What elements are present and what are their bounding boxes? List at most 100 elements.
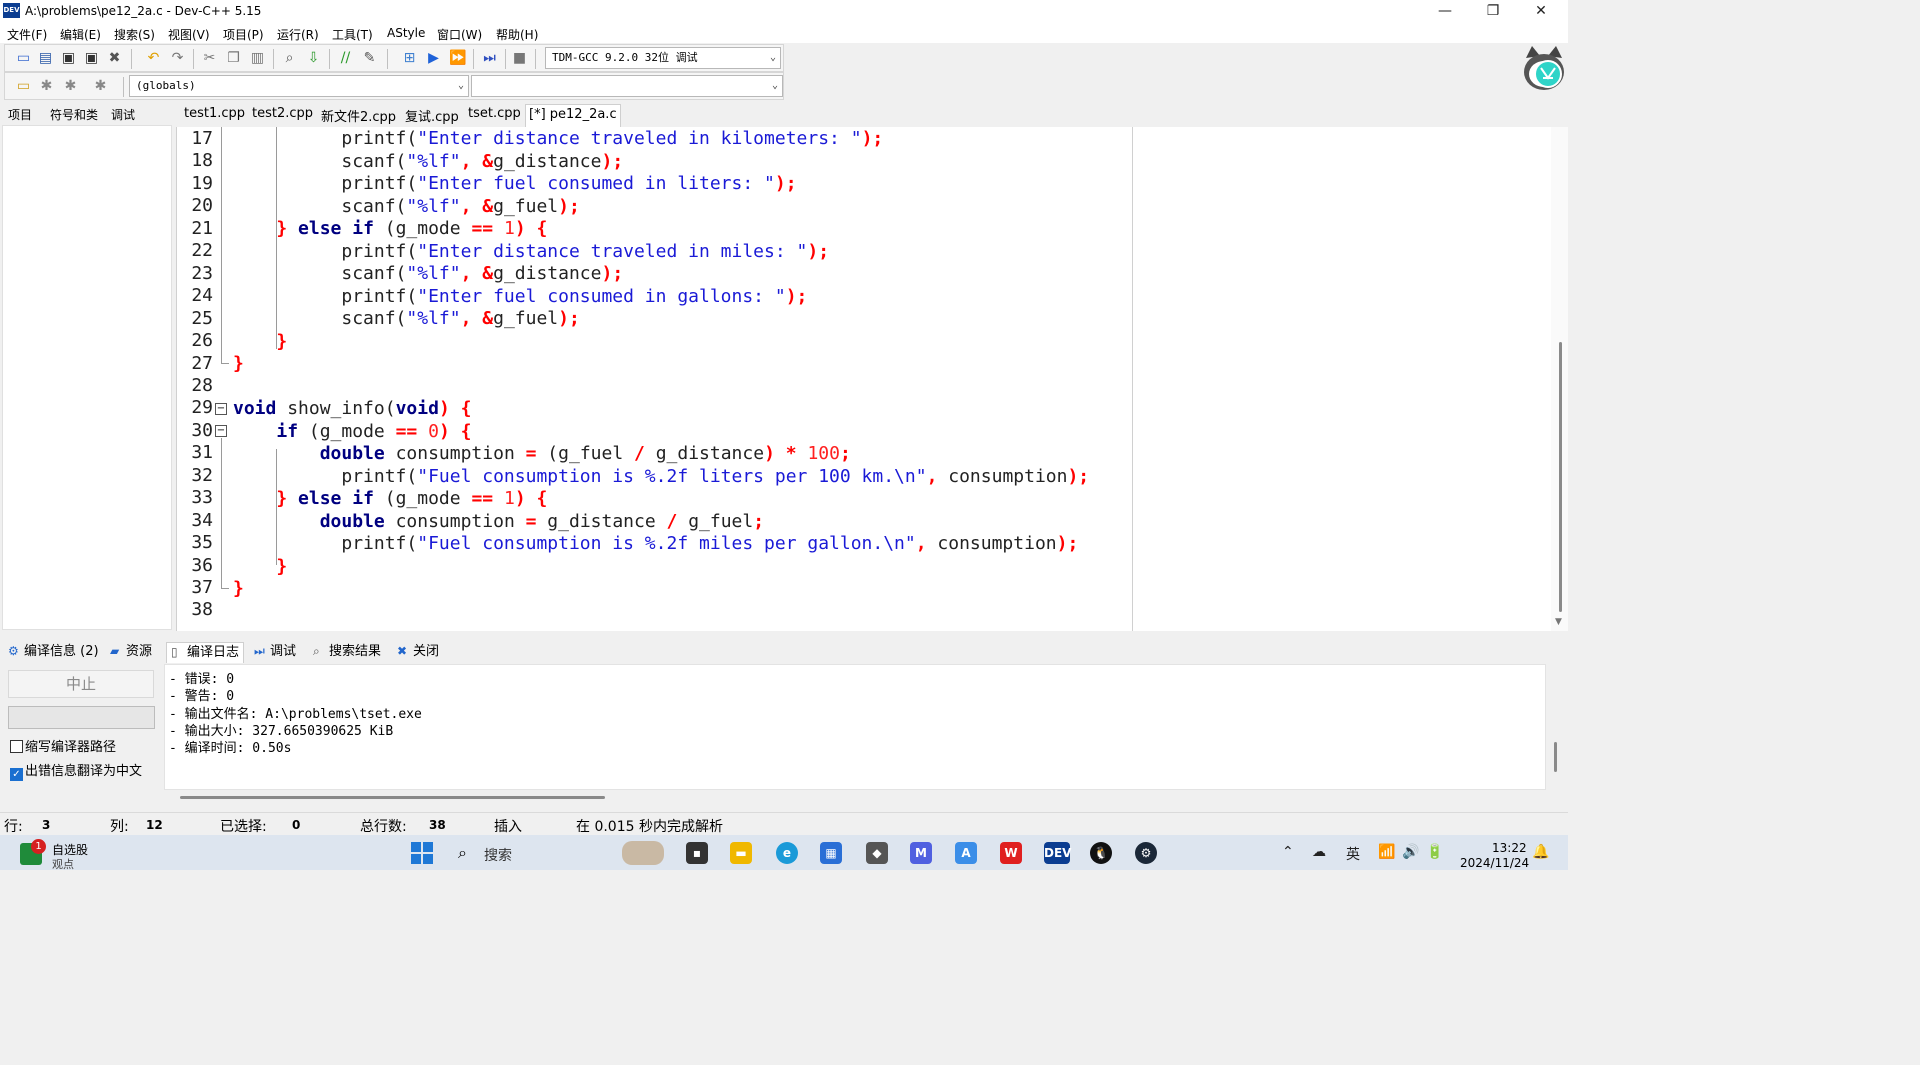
tab-close[interactable]: ✖ 关闭 [397, 642, 439, 663]
tab-test2[interactable]: test2.cpp [249, 106, 316, 127]
minimize-button[interactable]: — [1422, 0, 1468, 24]
save-all-icon[interactable]: ▣ [83, 50, 100, 67]
wifi-icon[interactable]: 📶 [1378, 844, 1395, 860]
debug-icon[interactable]: ⏭ [481, 50, 498, 67]
qq-icon[interactable]: 🐧 [1090, 842, 1112, 864]
tab-search-results[interactable]: ⌕ 搜索结果 [313, 642, 381, 663]
editor-app-icon[interactable]: M [910, 842, 932, 864]
menu-run[interactable]: 运行(R) [277, 26, 319, 43]
find-icon[interactable]: ⌕ [281, 50, 298, 67]
tab-debug-output[interactable]: ⏭ 调试 [254, 642, 296, 663]
menu-search[interactable]: 搜索(S) [114, 26, 155, 43]
steam-icon[interactable]: ⚙ [1135, 842, 1157, 864]
line-number: 34 [191, 509, 213, 531]
function-select[interactable]: ⌄ [471, 75, 783, 97]
tab-resources[interactable]: ▰ 资源 [110, 642, 152, 663]
goto-bookmark-icon[interactable]: ✱ [92, 78, 109, 95]
run-icon[interactable]: ▶ [425, 50, 442, 67]
maximize-button[interactable]: ❐ [1470, 0, 1516, 24]
fold-toggle-icon[interactable]: − [215, 403, 227, 415]
menu-tools[interactable]: 工具(T) [332, 26, 373, 43]
log-line: - 编译时间: 0.50s [169, 741, 292, 756]
tab-pe12-2a[interactable]: [*] pe12_2a.c [525, 104, 621, 128]
battery-icon[interactable]: 🔋 [1426, 844, 1443, 860]
new-file-icon[interactable]: ▭ [15, 50, 32, 67]
tray-expand-icon[interactable]: ⌃ [1282, 844, 1294, 860]
status-insert-mode: 插入 [494, 819, 522, 835]
menu-view[interactable]: 视图(V) [168, 26, 210, 43]
compile-log[interactable]: - 错误: 0 - 警告: 0 - 输出文件名: A:\problems\tse… [164, 664, 1546, 790]
wps-icon[interactable]: W [1000, 842, 1022, 864]
log-horizontal-scrollbar[interactable] [180, 796, 605, 799]
unity-icon[interactable]: ◆ [866, 842, 888, 864]
insert-icon[interactable]: ✱ [38, 78, 55, 95]
log-scrollbar[interactable] [1551, 664, 1565, 790]
scroll-down-icon[interactable]: ▼ [1555, 617, 1562, 627]
goto-icon[interactable]: ⇩ [305, 50, 322, 67]
copy-icon[interactable]: ❐ [225, 50, 242, 67]
translate-errors-checkbox[interactable]: ✓ 出错信息翻译为中文 [10, 760, 142, 781]
windows-start-icon[interactable] [411, 842, 433, 864]
tab-compile-info[interactable]: ⚙ 编译信息 (2) [8, 642, 99, 663]
ime-indicator[interactable]: 英 [1346, 844, 1360, 864]
tab-compile-log[interactable]: ▯ 编译日志 [166, 642, 245, 663]
indent-icon[interactable]: ✎ [361, 50, 378, 67]
compile-run-icon[interactable]: ⏩ [449, 50, 466, 67]
project-tree[interactable] [2, 125, 172, 630]
editor-scrollbar[interactable]: ▼ [1551, 127, 1568, 631]
tab-newfile2[interactable]: 新文件2.cpp [318, 106, 399, 127]
app-a-icon[interactable]: A [955, 842, 977, 864]
status-lines-label: 总行数: [360, 819, 407, 835]
tab-project[interactable]: 项目 [8, 106, 32, 123]
edge-browser-icon[interactable]: e [776, 842, 798, 864]
redo-icon[interactable]: ↷ [169, 50, 186, 67]
code-editor[interactable]: 17 18 19 20 21 22 23 24 25 26 27 28 29 30 31 32 33 34 35 36… [176, 127, 1568, 631]
cut-icon[interactable]: ✂ [201, 50, 218, 67]
toggle-icon[interactable]: ✱ [62, 78, 79, 95]
save-icon[interactable]: ▣ [60, 50, 77, 67]
menu-edit[interactable]: 编辑(E) [60, 26, 101, 43]
tab-tset[interactable]: tset.cpp [465, 106, 524, 127]
abort-button[interactable]: 中止 [8, 670, 154, 698]
notifications-bell-icon[interactable]: 🔔 [1532, 844, 1549, 860]
tab-test1[interactable]: test1.cpp [181, 106, 248, 127]
taskbar-search[interactable]: ⌕ 搜索 [452, 841, 672, 865]
notification-badge: 1 [31, 839, 46, 854]
devcpp-taskbar-icon[interactable]: DEV [1044, 842, 1071, 864]
menu-project[interactable]: 项目(P) [223, 26, 264, 43]
menu-window[interactable]: 窗口(W) [437, 26, 482, 43]
tab-fushi[interactable]: 复试.cpp [402, 106, 462, 127]
comment-icon[interactable]: // [337, 50, 354, 67]
undo-icon[interactable]: ↶ [145, 50, 162, 67]
new-class-icon[interactable]: ▭ [15, 78, 32, 95]
compile-icon[interactable]: ⊞ [401, 50, 418, 67]
line-number: 38 [191, 599, 213, 621]
line-number: 31 [191, 442, 213, 464]
menu-astyle[interactable]: AStyle [387, 26, 425, 40]
file-explorer-icon[interactable]: ▬ [730, 842, 752, 864]
clock-time[interactable]: 13:22 [1492, 841, 1527, 855]
scrollbar-thumb[interactable] [1559, 342, 1562, 612]
tab-debug[interactable]: 调试 [111, 106, 135, 123]
onedrive-icon[interactable]: ☁ [1312, 844, 1326, 860]
stop-icon[interactable]: ■ [511, 50, 528, 67]
tab-symbols[interactable]: 符号和类 [50, 106, 98, 123]
fold-toggle-icon[interactable]: − [215, 425, 227, 437]
close-button[interactable]: ✕ [1518, 0, 1564, 24]
scrollbar-thumb[interactable] [1554, 742, 1557, 772]
checkbox-checked-icon[interactable]: ✓ [10, 768, 23, 781]
cat-avatar-icon[interactable] [1522, 44, 1566, 92]
ms-store-icon[interactable]: ▦ [820, 842, 842, 864]
paste-icon[interactable]: ▥ [249, 50, 266, 67]
checkbox-unchecked-icon[interactable] [10, 740, 23, 753]
open-file-icon[interactable]: ▤ [37, 50, 54, 67]
shorten-path-checkbox[interactable]: 缩写编译器路径 [10, 736, 116, 755]
scope-select[interactable]: (globals) ⌄ [129, 75, 469, 97]
menu-help[interactable]: 帮助(H) [496, 26, 538, 43]
menu-file[interactable]: 文件(F) [7, 26, 47, 43]
compiler-select[interactable]: TDM-GCC 9.2.0 32位 调试 ⌄ [545, 47, 781, 69]
task-view-icon[interactable]: ▪ [686, 842, 708, 864]
clock-date[interactable]: 2024/11/24 [1460, 856, 1529, 870]
volume-icon[interactable]: 🔊 [1402, 844, 1419, 860]
close-file-icon[interactable]: ✖ [106, 50, 123, 67]
